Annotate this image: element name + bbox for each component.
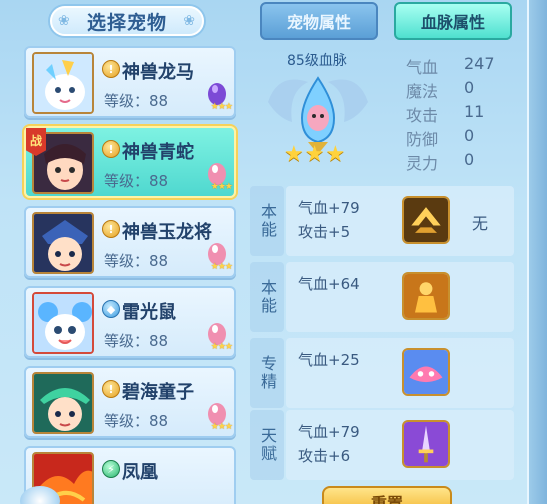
element-gold-icon: ! xyxy=(102,380,120,398)
stat-value: 11 xyxy=(464,102,485,121)
pet-level: 等级：88 xyxy=(104,412,169,430)
select-pet-title: ❀ 选择宠物 ❀ xyxy=(50,6,204,36)
pet-level: 等级：88 xyxy=(104,332,169,350)
stat-label: 攻击 xyxy=(406,106,439,125)
skill-effect-line: 攻击+5 xyxy=(298,223,351,241)
rarity-stars: ★★★ xyxy=(210,422,233,432)
pet-card-dragon-horse[interactable]: ! 神兽龙马 等级：88 ★★★ xyxy=(24,46,236,118)
pet-avatar xyxy=(32,212,94,274)
bloodline-stars: ★★★ xyxy=(284,142,347,167)
skill-none-label: 无 xyxy=(472,214,489,233)
skill-effects: 气血+64 xyxy=(298,272,360,296)
skill-effects: 气血+25 xyxy=(298,348,360,372)
stat-row: 魔法 0 xyxy=(406,78,495,102)
skill-effect-line: 攻击+6 xyxy=(298,447,351,465)
pet-list[interactable]: ! 神兽龙马 等级：88 ★★★ 战 ! 神兽青蛇 等级：88 ★★★ ! 神兽… xyxy=(20,44,240,504)
rarity-stars: ★★★ xyxy=(210,342,233,352)
stat-row: 气血 247 xyxy=(406,54,495,78)
pet-name: 碧海童子 xyxy=(122,382,194,403)
stat-value: 247 xyxy=(464,54,495,73)
skill-type-label: 本能 xyxy=(250,262,284,332)
stat-label: 防御 xyxy=(406,130,439,149)
element-green-icon: ⚡ xyxy=(102,460,120,478)
skill-type-label: 本能 xyxy=(250,186,284,256)
skill-effect-line: 气血+25 xyxy=(298,351,360,369)
element-gold-icon: ! xyxy=(102,60,120,78)
reset-button[interactable]: 重置 xyxy=(322,486,452,504)
skill-effect-line: 气血+79 xyxy=(298,199,360,217)
pet-name: 神兽玉龙将 xyxy=(122,222,212,243)
skill-body: 气血+25 xyxy=(286,338,514,408)
stat-value: 0 xyxy=(464,150,475,169)
element-blue-icon: ◆ xyxy=(102,300,120,318)
pet-level: 等级：88 xyxy=(104,172,169,190)
skill-body: 气血+79 攻击+6 xyxy=(286,410,514,480)
bloodline-stats: 气血 247 魔法 0 攻击 11 防御 0 灵力 0 xyxy=(406,54,495,174)
skill-effect-line: 气血+64 xyxy=(298,275,360,293)
skill-effects: 气血+79 攻击+6 xyxy=(298,420,360,468)
skill-row-instinct-1: 本能 气血+79 攻击+5 无 xyxy=(250,186,514,256)
skill-row-talent: 天赋 气血+79 攻击+6 xyxy=(250,410,514,480)
pet-avatar xyxy=(32,372,94,434)
purple-sword-icon[interactable] xyxy=(402,420,450,468)
skill-row-instinct-2: 本能 气血+64 xyxy=(250,262,514,332)
golden-emblem-icon[interactable] xyxy=(402,196,450,244)
battle-badge: 战 xyxy=(26,128,46,156)
pet-card-green-snake[interactable]: 战 ! 神兽青蛇 等级：88 ★★★ xyxy=(24,126,236,198)
stat-label: 魔法 xyxy=(406,82,439,101)
stat-label: 气血 xyxy=(406,58,439,77)
pet-avatar xyxy=(32,52,94,114)
right-side-panel-edge xyxy=(527,0,547,504)
pet-card-jade-dragon-general[interactable]: ! 神兽玉龙将 等级：88 ★★★ xyxy=(24,206,236,278)
skill-effect-line: 气血+79 xyxy=(298,423,360,441)
stat-value: 0 xyxy=(464,78,475,97)
rarity-stars: ★★★ xyxy=(210,102,233,112)
stat-row: 灵力 0 xyxy=(406,150,495,174)
pet-card-thunder-mouse[interactable]: ◆ 雷光鼠 等级：88 ★★★ xyxy=(24,286,236,358)
pink-beast-icon[interactable] xyxy=(402,348,450,396)
rarity-stars: ★★★ xyxy=(210,182,233,192)
element-gold-icon: ! xyxy=(102,140,120,158)
skill-body: 气血+64 xyxy=(286,262,514,332)
pet-level: 等级：88 xyxy=(104,252,169,270)
pet-level: 等级：88 xyxy=(104,92,169,110)
tab-pet-attributes[interactable]: 宠物属性 xyxy=(260,2,378,40)
stat-label: 灵力 xyxy=(406,154,439,173)
pet-avatar xyxy=(32,292,94,354)
skill-type-label: 专精 xyxy=(250,338,284,408)
skill-type-label: 天赋 xyxy=(250,410,284,480)
golden-warrior-icon[interactable] xyxy=(402,272,450,320)
skill-row-specialty: 专精 气血+25 xyxy=(250,338,514,408)
title-swirl-left-icon: ❀ xyxy=(58,13,71,29)
pet-name: 雷光鼠 xyxy=(122,302,176,323)
stat-row: 防御 0 xyxy=(406,126,495,150)
tab-bloodline-attributes[interactable]: 血脉属性 xyxy=(394,2,512,40)
stat-value: 0 xyxy=(464,126,475,145)
element-gold-icon: ! xyxy=(102,220,120,238)
rarity-stars: ★★★ xyxy=(210,262,233,272)
pet-card-sea-child[interactable]: ! 碧海童子 等级：88 ★★★ xyxy=(24,366,236,438)
skill-body: 气血+79 攻击+5 无 xyxy=(286,186,514,256)
select-pet-title-text: 选择宠物 xyxy=(86,11,167,34)
skill-effects: 气血+79 攻击+5 xyxy=(298,196,360,244)
pet-name: 凤凰 xyxy=(122,462,158,483)
stat-row: 攻击 11 xyxy=(406,102,495,126)
title-swirl-right-icon: ❀ xyxy=(183,13,196,29)
pet-name: 神兽龙马 xyxy=(122,62,194,83)
pet-name: 神兽青蛇 xyxy=(122,142,194,163)
